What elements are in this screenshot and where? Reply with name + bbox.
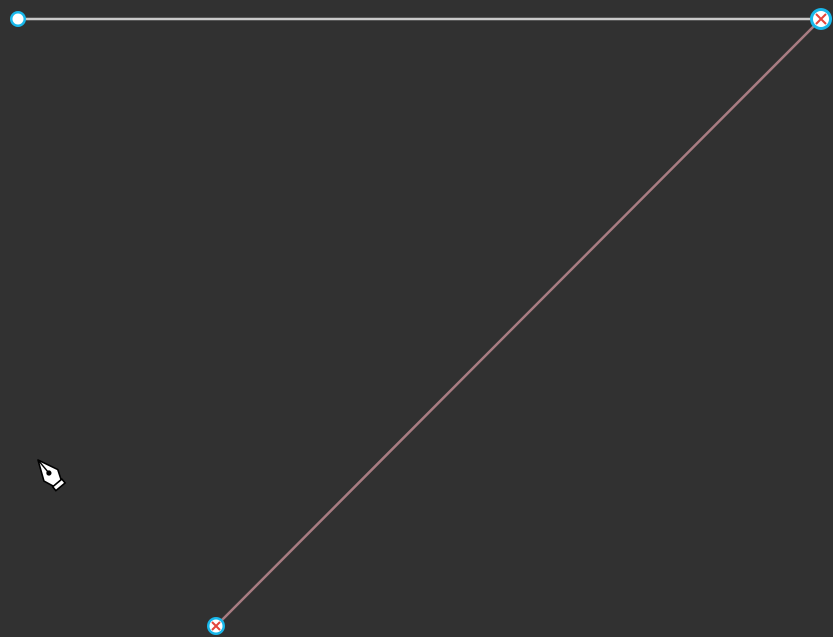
start-anchor-point[interactable] — [10, 11, 26, 27]
diagonal-path-segment[interactable] — [214, 17, 823, 628]
drawing-canvas[interactable] — [0, 0, 833, 637]
end-anchor-point[interactable] — [207, 617, 225, 635]
corner-anchor-point[interactable] — [810, 8, 832, 30]
pen-tool-cursor-icon — [37, 459, 67, 492]
